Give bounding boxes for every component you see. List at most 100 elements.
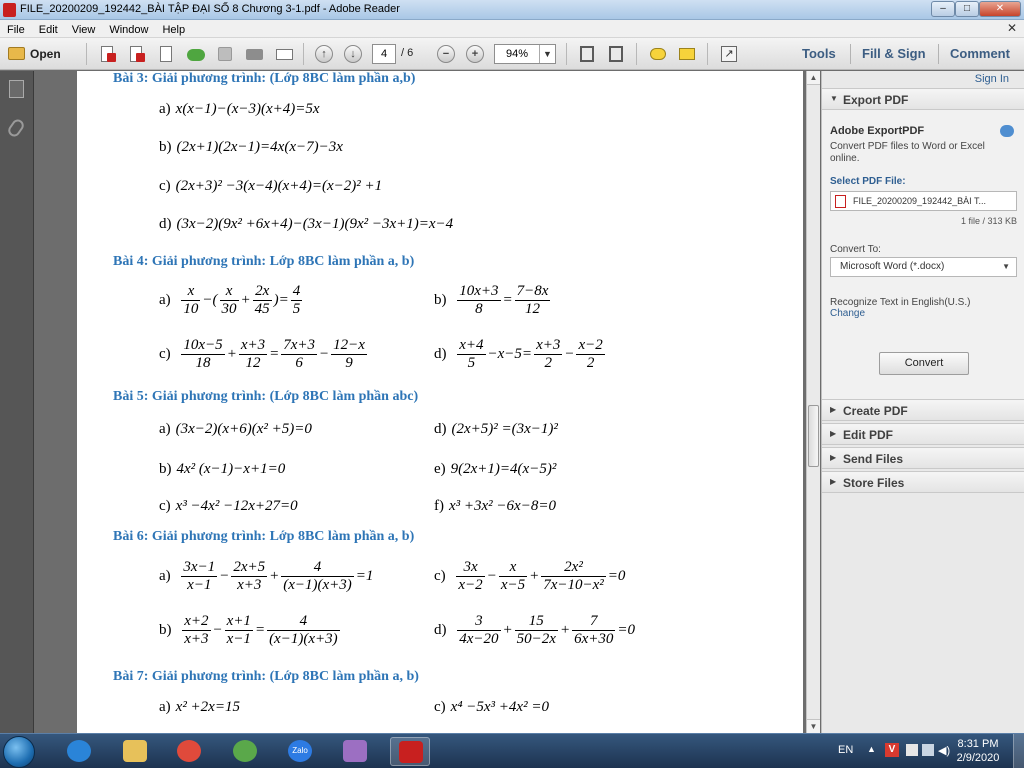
menu-window[interactable]: Window — [102, 22, 155, 36]
exercise-6-title: Bài 6: Giải phương trình: Lớp 8BC làm ph… — [113, 529, 415, 544]
change-language-link[interactable]: Change — [830, 308, 865, 319]
vietnamese-input-icon[interactable]: V — [885, 743, 899, 757]
network-icon[interactable] — [922, 744, 934, 756]
selected-file-field[interactable]: FILE_20200209_192442_BÀI T... — [830, 191, 1017, 211]
zoom-in-button[interactable]: + — [464, 43, 486, 65]
selected-file-name: FILE_20200209_192442_BÀI T... — [853, 196, 986, 206]
export-description: Convert PDF files to Word or Excel onlin… — [830, 141, 985, 164]
equation-6d: d) 3 4x−20 +15 50−2x +7 6x+30 =0 — [434, 613, 635, 647]
store-files-section-header[interactable]: ▶ Store Files — [822, 471, 1024, 493]
equation-6c: c) 3x x−2− x x−5 +2x² 7x−10−x² =0 — [434, 559, 626, 593]
page-down-icon: ↓ — [344, 45, 362, 63]
taskbar-paint[interactable] — [335, 737, 375, 766]
scrollbar-thumb[interactable] — [808, 405, 819, 467]
taskbar-file-explorer[interactable] — [115, 737, 155, 766]
create-pdf-button[interactable] — [96, 43, 118, 65]
show-desktop-button[interactable] — [1013, 734, 1024, 768]
sign-in-link[interactable]: Sign In — [975, 73, 1009, 85]
attachments-icon[interactable] — [5, 117, 27, 139]
volume-icon[interactable]: ◀) — [938, 744, 950, 757]
next-page-button[interactable]: ↓ — [342, 43, 364, 65]
send-files-section-header[interactable]: ▶ Send Files — [822, 447, 1024, 469]
convert-to-label: Convert To: — [830, 244, 881, 255]
highlight-button[interactable] — [676, 43, 698, 65]
export-pdf-section-header[interactable]: ▼ Export PDF — [822, 88, 1024, 110]
toolbar-separator — [303, 43, 304, 65]
taskbar-zalo[interactable]: Zalo — [280, 737, 320, 766]
convert-format-select[interactable]: Microsoft Word (*.docx) ▼ — [830, 257, 1017, 277]
minimize-button[interactable]: – — [931, 1, 955, 17]
taskbar-coccoc[interactable] — [225, 737, 265, 766]
convert-button[interactable]: Convert — [879, 352, 969, 375]
export-pdf-label: Export PDF — [843, 93, 909, 107]
print-button[interactable] — [243, 43, 265, 65]
zoom-out-button[interactable]: − — [435, 43, 457, 65]
chevron-down-icon: ▼ — [539, 45, 555, 63]
fit-width-icon — [609, 46, 623, 62]
adobe-reader-window: FILE_20200209_192442_BÀI TẬP ĐẠI SỐ 8 Ch… — [0, 0, 1024, 768]
export-pdf-button[interactable] — [125, 43, 147, 65]
create-pdf-section-header[interactable]: ▶ Create PDF — [822, 399, 1024, 421]
fit-width-button[interactable] — [605, 43, 627, 65]
page-number-input[interactable]: 4 — [372, 44, 396, 64]
chevron-right-icon: ▶ — [830, 453, 837, 462]
zoom-select[interactable]: 94% ▼ — [494, 44, 556, 64]
zoom-out-icon: − — [437, 45, 455, 63]
store-files-label: Store Files — [843, 476, 905, 490]
comment-pane-button[interactable]: Comment — [950, 46, 1010, 61]
chevron-right-icon: ▶ — [830, 429, 837, 438]
fill-sign-pane-button[interactable]: Fill & Sign — [862, 46, 926, 61]
edit-pdf-section-header[interactable]: ▶ Edit PDF — [822, 423, 1024, 445]
chevron-down-icon: ▼ — [1002, 262, 1010, 271]
toolbar: Open ↑ ↓ 4 / 6 − + 94% ▼ ↗ Tools Fill & … — [0, 38, 1024, 70]
page-thumbnails-icon[interactable] — [9, 80, 24, 98]
equation-6b: b) x+2 x+3− x+1 x−1 = 4 (x−1)(x+3) — [159, 613, 340, 647]
equation-5b: b) 4x² (x−1)−x+1=0 — [159, 461, 286, 477]
save-button[interactable] — [214, 43, 236, 65]
edit-icon — [160, 46, 172, 62]
equation-7a: a) x² +2x=15 — [159, 699, 240, 715]
coccoc-icon — [233, 740, 257, 762]
equation-4b: b) 10x+3 8 = 7−8x 12 — [434, 283, 551, 317]
close-button[interactable]: ✕ — [979, 1, 1021, 17]
cloud-upload-button[interactable] — [184, 43, 206, 65]
menu-view[interactable]: View — [65, 22, 103, 36]
print-icon — [246, 49, 263, 60]
folder-icon — [8, 47, 25, 60]
fit-page-button[interactable] — [576, 43, 598, 65]
language-indicator[interactable]: EN — [838, 744, 853, 756]
toolbar-separator — [850, 44, 851, 64]
sticky-note-icon — [650, 48, 666, 60]
pdf-file-icon — [835, 195, 846, 208]
email-button[interactable] — [273, 43, 295, 65]
sticky-note-button[interactable] — [647, 43, 669, 65]
read-mode-button[interactable]: ↗ — [718, 43, 740, 65]
start-button[interactable] — [3, 736, 35, 768]
navigation-panel — [0, 71, 34, 733]
action-center-icon[interactable] — [906, 744, 918, 756]
ocr-language-text: Recognize Text in English(U.S.) — [830, 297, 971, 308]
menu-help[interactable]: Help — [155, 22, 192, 36]
taskbar-chrome[interactable] — [169, 737, 209, 766]
exercise-7-title: Bài 7: Giải phương trình: (Lớp 8BC làm p… — [113, 669, 419, 684]
taskbar-internet-explorer[interactable] — [59, 737, 99, 766]
maximize-button[interactable]: □ — [955, 1, 979, 17]
scroll-up-button[interactable]: ▲ — [807, 71, 820, 85]
equation-5a: a) (3x−2)(x+6)(x² +5)=0 — [159, 421, 312, 437]
export-pdf-panel: Adobe ExportPDF Convert PDF files to Wor… — [822, 110, 1024, 409]
taskbar-adobe-reader[interactable] — [390, 737, 430, 766]
menu-edit[interactable]: Edit — [32, 22, 65, 36]
email-icon — [276, 49, 293, 60]
previous-page-button[interactable]: ↑ — [313, 43, 335, 65]
show-hidden-icons-button[interactable]: ▲ — [867, 744, 876, 754]
menu-file[interactable]: File — [0, 22, 32, 36]
open-button[interactable]: Open — [8, 44, 61, 64]
scroll-down-button[interactable]: ▼ — [807, 719, 820, 733]
tools-pane-button[interactable]: Tools — [802, 46, 836, 61]
create-pdf-label: Create PDF — [843, 404, 908, 418]
document-viewport[interactable]: Bài 3: Giải phương trình: (Lớp 8BC làm p… — [35, 71, 806, 733]
close-document-button[interactable]: ✕ — [1007, 21, 1017, 35]
system-clock[interactable]: 8:31 PM 2/9/2020 — [955, 737, 1001, 765]
edit-button[interactable] — [155, 43, 177, 65]
vertical-scrollbar[interactable]: ▲ ▼ — [806, 71, 820, 733]
